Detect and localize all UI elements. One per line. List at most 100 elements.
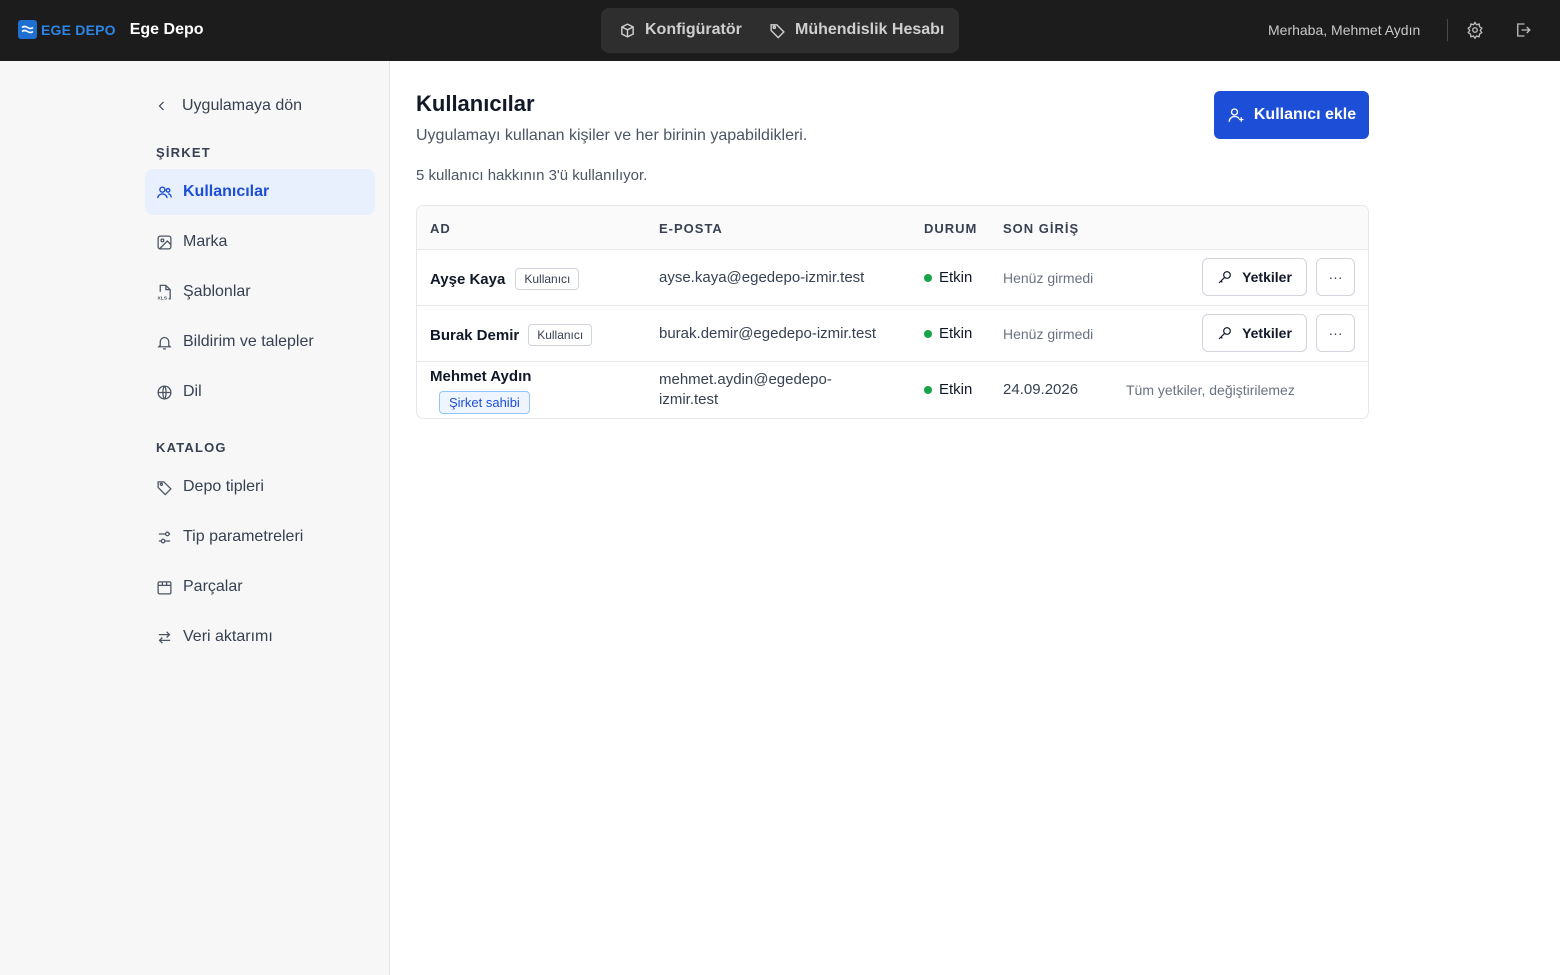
- brand[interactable]: EGE DEPO Ege Depo: [18, 20, 204, 39]
- sidebar-item-label: Dil: [183, 383, 202, 400]
- logout-button[interactable]: [1513, 20, 1533, 40]
- role-badge: Kullanıcı: [528, 324, 593, 346]
- permissions-label: Yetkiler: [1242, 269, 1292, 285]
- back-label: Uygulamaya dön: [182, 97, 303, 114]
- permissions-button[interactable]: Yetkiler: [1202, 314, 1307, 352]
- table-row: Mehmet Aydın Şirket sahibi mehmet.aydin@…: [417, 362, 1368, 418]
- chevron-left-icon: [158, 101, 164, 111]
- page-title: Kullanıcılar: [416, 91, 535, 116]
- xls-file-icon: XLS: [157, 284, 171, 301]
- permissions-label: Yetkiler: [1242, 325, 1292, 341]
- sidebar-item-users[interactable]: Kullanıcılar: [145, 169, 375, 215]
- more-options-button[interactable]: ···: [1316, 314, 1355, 352]
- header-divider: [1447, 19, 1448, 41]
- column-header-name: AD: [430, 221, 451, 236]
- sidebar-item-brand[interactable]: Marka: [145, 219, 375, 265]
- tab-label: Mühendislik Hesabı: [795, 21, 945, 38]
- cube-icon: [621, 22, 634, 38]
- user-email-line: mehmet.aydin@egedepo-: [659, 371, 832, 388]
- user-email-line: izmir.test: [659, 391, 719, 408]
- sidebar-item-label: Depo tipleri: [183, 478, 264, 495]
- page-subtitle: Uygulamayı kullanan kişiler ve her birin…: [416, 127, 808, 144]
- tag-icon: [770, 23, 785, 39]
- main-content: Kullanıcılar Uygulamayı kullanan kişiler…: [391, 61, 1560, 975]
- back-to-app-link[interactable]: Uygulamaya dön: [156, 97, 302, 115]
- add-user-button[interactable]: Kullanıcı ekle: [1214, 91, 1369, 139]
- status-badge: Etkin: [924, 325, 972, 342]
- section-title-catalog: KATALOG: [156, 440, 227, 455]
- section-title-company: ŞİRKET: [156, 145, 211, 160]
- user-name: Mehmet Aydın: [430, 368, 532, 385]
- user-email: burak.demir@egedepo-izmir.test: [659, 325, 876, 342]
- sidebar-item-label: Marka: [183, 233, 228, 250]
- top-bar: EGE DEPO Ege Depo Konfigüratör Mühendisl…: [0, 0, 1560, 61]
- last-login: 24.09.2026: [1003, 381, 1079, 398]
- sidebar-item-language[interactable]: Dil: [145, 369, 375, 415]
- logout-icon: [1517, 23, 1531, 37]
- status-label: Etkin: [939, 269, 973, 286]
- logo-waves-icon: [18, 20, 37, 39]
- key-icon: [1218, 271, 1232, 284]
- users-icon: [157, 185, 172, 198]
- sidebar-item-label: Şablonlar: [183, 283, 251, 300]
- add-user-label: Kullanıcı ekle: [1253, 106, 1357, 123]
- role-badge: Kullanıcı: [515, 268, 580, 290]
- last-login: Henüz girmedi: [1003, 270, 1094, 286]
- column-header-email: E-POSTA: [659, 221, 723, 236]
- transfer-icon: [158, 630, 171, 644]
- sidebar-item-templates[interactable]: XLS Şablonlar: [145, 269, 375, 315]
- sliders-icon: [158, 531, 171, 543]
- permissions-button[interactable]: Yetkiler: [1202, 258, 1307, 296]
- sidebar-item-label: Parçalar: [183, 578, 243, 595]
- user-email: mehmet.aydin@egedepo- izmir.test: [659, 370, 832, 410]
- tag-icon: [157, 480, 172, 495]
- logo-text: EGE DEPO: [41, 21, 116, 38]
- status-dot: [924, 329, 932, 338]
- sidebar-item-parts[interactable]: Parçalar: [145, 564, 375, 610]
- sidebar-item-depot-types[interactable]: Depo tipleri: [145, 464, 375, 510]
- sidebar-item-label: Veri aktarımı: [183, 628, 273, 645]
- last-login: Henüz girmedi: [1003, 326, 1094, 342]
- bell-icon: [157, 336, 172, 350]
- table-row: Burak Demir Kullanıcı burak.demir@egedep…: [417, 306, 1368, 362]
- status-badge: Etkin: [924, 269, 972, 286]
- status-dot: [924, 385, 932, 394]
- sidebar-item-label: Tip parametreleri: [183, 528, 304, 545]
- user-quota-text: 5 kullanıcı hakkının 3'ü kullanılıyor.: [416, 167, 648, 184]
- tab-muhendislik-hesabi[interactable]: Mühendislik Hesabı: [769, 21, 944, 39]
- sidebar-item-type-parameters[interactable]: Tip parametreleri: [145, 514, 375, 560]
- tab-konfigurator[interactable]: Konfigüratör: [619, 21, 742, 39]
- image-icon: [157, 234, 172, 250]
- top-tabs: Konfigüratör Mühendislik Hesabı: [601, 8, 959, 53]
- user-name: Ayşe Kaya: [430, 270, 506, 288]
- gear-icon: [1467, 21, 1483, 39]
- globe-icon: [157, 384, 172, 400]
- package-icon: [157, 580, 172, 595]
- status-label: Etkin: [939, 325, 973, 342]
- svg-text:XLS: XLS: [157, 295, 167, 300]
- tab-label: Konfigüratör: [645, 21, 742, 38]
- sidebar: Uygulamaya dön ŞİRKET Kullanıcılar Marka…: [0, 61, 390, 975]
- user-greeting: Merhaba, Mehmet Aydın: [1268, 22, 1421, 38]
- table-header: AD E-POSTA DURUM SON GİRİŞ: [417, 206, 1368, 250]
- column-header-status: DURUM: [924, 221, 978, 236]
- user-plus-icon: [1228, 108, 1244, 122]
- status-badge: Etkin: [924, 381, 972, 398]
- permissions-note: Tüm yetkiler, değiştirilemez: [1126, 382, 1295, 398]
- table-row: Ayşe Kaya Kullanıcı ayse.kaya@egedepo-iz…: [417, 250, 1368, 306]
- sidebar-item-notifications[interactable]: Bildirim ve talepler: [145, 319, 375, 365]
- app-name: Ege Depo: [129, 20, 204, 38]
- user-email: ayse.kaya@egedepo-izmir.test: [659, 269, 865, 286]
- sidebar-item-data-transfer[interactable]: Veri aktarımı: [145, 614, 375, 660]
- status-dot: [924, 273, 932, 282]
- status-label: Etkin: [939, 381, 973, 398]
- more-options-button[interactable]: ···: [1316, 258, 1355, 296]
- sidebar-item-label: Bildirim ve talepler: [183, 333, 314, 350]
- key-icon: [1218, 327, 1232, 340]
- column-header-last-login: SON GİRİŞ: [1003, 221, 1080, 236]
- user-name: Burak Demir: [430, 326, 520, 344]
- sidebar-item-label: Kullanıcılar: [183, 183, 270, 200]
- users-table: AD E-POSTA DURUM SON GİRİŞ Ayşe Kaya Kul…: [416, 205, 1369, 419]
- owner-badge: Şirket sahibi: [439, 391, 530, 414]
- settings-button[interactable]: [1465, 20, 1485, 40]
